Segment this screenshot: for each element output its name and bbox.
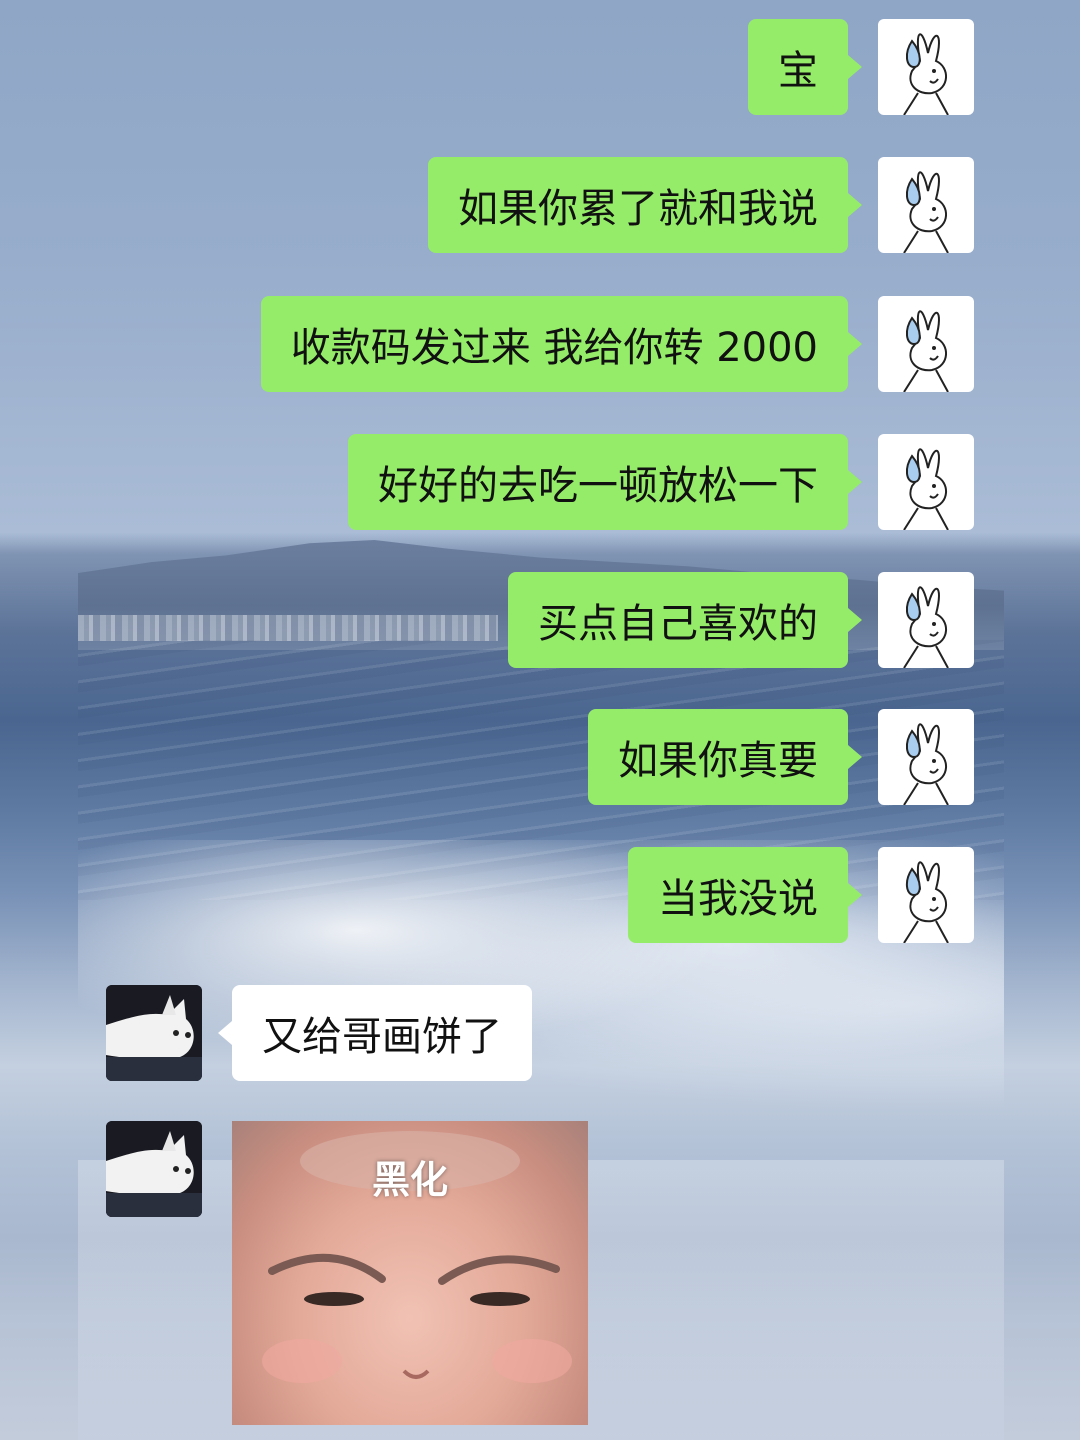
avatar-other[interactable]: [106, 985, 202, 1081]
avatar-me[interactable]: [878, 19, 974, 115]
bunny-sweat-drop-icon: [903, 171, 949, 253]
bunny-sweat-drop-icon: [903, 723, 949, 805]
bunny-sweat-drop-icon: [903, 448, 949, 530]
avatar-me[interactable]: [878, 709, 974, 805]
message-bubble-outgoing[interactable]: 宝: [748, 19, 862, 115]
bunny-sweat-drop-icon: [903, 861, 949, 943]
message-bubble-outgoing[interactable]: 如果你真要: [588, 709, 862, 805]
bunny-sweat-drop-icon: [903, 586, 949, 668]
avatar-other[interactable]: [106, 1121, 202, 1217]
sticker-image[interactable]: 黑化: [232, 1121, 588, 1425]
message-bubble-outgoing[interactable]: 如果你累了就和我说: [428, 157, 862, 253]
message-bubble-outgoing[interactable]: 当我没说: [628, 847, 862, 943]
message-bubble-outgoing[interactable]: 收款码发过来 我给你转 2000: [260, 296, 863, 392]
avatar-me[interactable]: [878, 434, 974, 530]
message-bubble-outgoing[interactable]: 买点自己喜欢的: [508, 572, 862, 668]
bunny-sweat-drop-icon: [903, 33, 949, 115]
message-bubble-incoming[interactable]: 又给哥画饼了: [218, 985, 532, 1081]
avatar-me[interactable]: [878, 296, 974, 392]
white-cat-icon: [106, 985, 202, 1081]
bunny-sweat-drop-icon: [903, 310, 949, 392]
avatar-me[interactable]: [878, 847, 974, 943]
avatar-me[interactable]: [878, 157, 974, 253]
white-cat-icon: [106, 1121, 202, 1217]
background-wave: [78, 840, 1004, 1140]
sticker-caption: 黑化: [371, 1158, 448, 1202]
background-city: [78, 615, 498, 641]
avatar-me[interactable]: [878, 572, 974, 668]
message-bubble-outgoing[interactable]: 好好的去吃一顿放松一下: [348, 434, 862, 530]
